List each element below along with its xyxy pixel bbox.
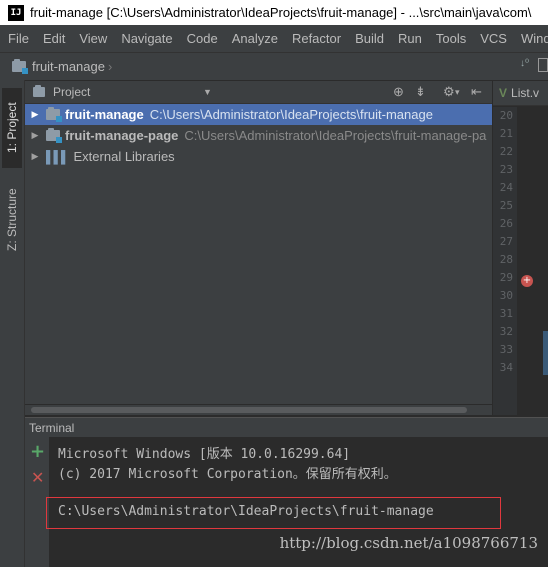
menu-file[interactable]: File (0, 31, 35, 46)
line-number: 23 (499, 163, 513, 176)
terminal-output[interactable]: Microsoft Windows [版本 10.0.16299.64] (c)… (46, 437, 548, 567)
line-number: 30 (499, 289, 513, 302)
line-number: 29 (499, 271, 513, 284)
editor-highlight-marker (543, 331, 548, 375)
project-tree: ▶ fruit-manage C:\Users\Administrator\Id… (25, 104, 492, 404)
module-folder-icon (12, 59, 28, 74)
project-panel-header: Project ▼ ⊕ ⇟ ⚙ ▾ ⇤ (25, 81, 492, 104)
tree-item-external-libraries[interactable]: ▶ ▌▌▌ External Libraries (25, 146, 492, 167)
navigation-bar: fruit-manage › ↓⁰ (0, 52, 548, 81)
menu-bar: File Edit View Navigate Code Analyze Ref… (0, 25, 548, 52)
line-number: 20 (499, 109, 513, 122)
highlight-box (46, 497, 501, 529)
tree-item-fruit-manage[interactable]: ▶ fruit-manage C:\Users\Administrator\Id… (25, 104, 492, 125)
line-number: 25 (499, 199, 513, 212)
line-number: 31 (499, 307, 513, 320)
line-number: 34 (499, 361, 513, 374)
line-number: 27 (499, 235, 513, 248)
menu-code[interactable]: Code (179, 31, 224, 46)
project-view-selector[interactable]: Project (53, 85, 90, 99)
breadcrumb-project[interactable]: fruit-manage (32, 59, 105, 74)
tab-structure[interactable]: Z: Structure (2, 175, 22, 265)
library-icon: ▌▌▌ (46, 149, 69, 164)
menu-edit[interactable]: Edit (35, 31, 71, 46)
tree-item-name: fruit-manage-page (65, 128, 179, 143)
vue-file-icon: V (499, 86, 508, 100)
terminal-line: (c) 2017 Microsoft Corporation。保留所有权利。 (58, 467, 397, 482)
editor-tab[interactable]: V List.v (493, 81, 548, 106)
terminal-line: Microsoft Windows [版本 10.0.16299.64] (58, 447, 351, 462)
chevron-right-icon: › (107, 59, 113, 74)
project-view-icon (33, 85, 45, 97)
expand-arrow-icon[interactable]: ▶ (28, 151, 42, 162)
module-folder-icon (46, 107, 62, 122)
collapse-all-icon[interactable]: ⇟ (415, 84, 426, 100)
line-number: 26 (499, 217, 513, 230)
settings-gear-icon[interactable]: ⚙ (443, 84, 455, 100)
sort-icon[interactable]: ↓⁰ (520, 58, 529, 69)
menu-vcs[interactable]: VCS (472, 31, 513, 46)
left-tool-strip: 1: Project Z: Structure (0, 80, 25, 567)
tab-project-label: 1: Project (5, 102, 19, 154)
expand-arrow-icon[interactable]: ▶ (28, 109, 42, 120)
tab-project[interactable]: 1: Project (2, 88, 22, 168)
tree-item-fruit-manage-page[interactable]: ▶ fruit-manage-page C:\Users\Administrat… (25, 125, 492, 146)
hide-panel-icon[interactable]: ⇤ (471, 84, 482, 100)
menu-refactor[interactable]: Refactor (284, 31, 347, 46)
line-number: 24 (499, 181, 513, 194)
menu-tools[interactable]: Tools (428, 31, 472, 46)
window-icon[interactable] (538, 58, 548, 72)
editor-area: V List.v 20 21 22 23 24 25 26 27 28 29 3… (493, 81, 548, 415)
tree-item-path: C:\Users\Administrator\IdeaProjects\frui… (184, 128, 487, 143)
line-number: 28 (499, 253, 513, 266)
breakpoint-icon[interactable]: + (521, 275, 533, 287)
tree-item-path: C:\Users\Administrator\IdeaProjects\frui… (149, 107, 433, 122)
terminal-header: Terminal (25, 417, 548, 437)
scrollbar-thumb[interactable] (31, 407, 467, 413)
window-title: fruit-manage [C:\Users\Administrator\Ide… (30, 5, 532, 20)
line-number: 32 (499, 325, 513, 338)
menu-analyze[interactable]: Analyze (224, 31, 284, 46)
locate-target-icon[interactable]: ⊕ (393, 84, 404, 100)
menu-view[interactable]: View (71, 31, 113, 46)
menu-build[interactable]: Build (347, 31, 390, 46)
window-title-bar: IJ fruit-manage [C:\Users\Administrator\… (0, 0, 548, 25)
editor-tab-label: List.v (511, 86, 540, 100)
tree-item-name: fruit-manage (65, 107, 144, 122)
line-number: 22 (499, 145, 513, 158)
menu-window[interactable]: Window (513, 31, 548, 46)
tab-structure-label: Z: Structure (5, 188, 19, 252)
terminal-title: Terminal (29, 420, 75, 435)
project-horizontal-scrollbar[interactable] (25, 405, 492, 415)
line-number: 21 (499, 127, 513, 140)
menu-run[interactable]: Run (390, 31, 428, 46)
line-number: 33 (499, 343, 513, 356)
close-terminal-icon[interactable]: ✕ (31, 469, 44, 487)
watermark-text: http://blog.csdn.net/a1098766713 (279, 534, 538, 552)
module-folder-icon (46, 128, 62, 143)
expand-arrow-icon[interactable]: ▶ (28, 130, 42, 141)
add-terminal-icon[interactable]: + (30, 443, 45, 461)
gear-dropdown-icon[interactable]: ▾ (455, 87, 460, 98)
tree-item-name: External Libraries (73, 149, 175, 164)
menu-navigate[interactable]: Navigate (113, 31, 178, 46)
intellij-app-icon: IJ (8, 4, 24, 21)
line-number-gutter: 20 21 22 23 24 25 26 27 28 29 30 31 32 3… (493, 107, 517, 415)
dropdown-arrow-icon[interactable]: ▼ (203, 87, 212, 97)
